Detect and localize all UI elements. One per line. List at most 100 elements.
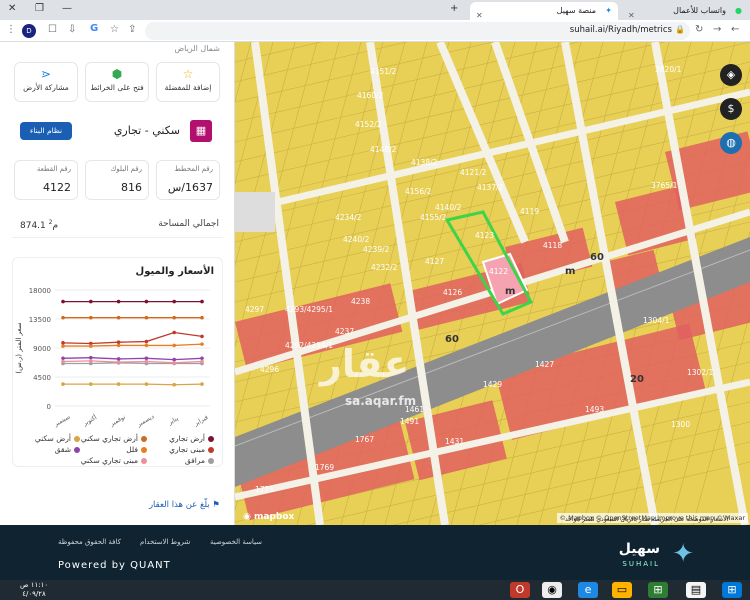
forward-icon[interactable]: → [713,24,721,35]
start-icon[interactable]: ⊞ [722,582,742,598]
data-point [116,340,121,344]
powered-by: Powered by QUANT [58,560,171,571]
parcel-label: 4148/2 [370,145,397,154]
y-axis-label: سعر المتر (ر.س) [15,322,23,373]
legend-item[interactable]: مرافق [185,456,214,465]
parcel-label: 4296 [260,365,279,374]
building-code-button[interactable]: نظام البناء [20,122,72,140]
google-icon[interactable]: G [90,23,98,34]
price-chart-card: الأسعار والميول 18000 13500 9000 4500 0 سعر ا… [12,257,223,467]
parcel-label: 4140/2 [435,203,462,212]
bookmark-star-icon[interactable]: ☆ [110,24,119,35]
data-point [172,343,176,348]
legend-item[interactable]: مبنى تجاري [169,445,214,454]
parcel-label: 4137/2 [477,183,504,192]
parcel-label: 1491 [400,417,419,426]
legend-swatch [208,458,214,464]
data-point [172,361,176,365]
open-maps-button[interactable]: ⬢ فتح على الخرائط [85,62,149,102]
price-line-chart: 18000 13500 9000 4500 0 سعر المتر (ر.س) سبتمبر… [15,287,210,429]
x-tick-label: سبتمبر [52,413,71,428]
legend-label: أرض تجاري سكني [80,434,138,443]
suhail-logo-icon: ✦ [672,539,694,569]
area-value: 874.1 م2 [20,219,59,231]
legend-item[interactable]: فلل [126,445,147,454]
legend-item[interactable]: أرض تجاري سكني [81,434,147,443]
opera-icon[interactable]: O [510,582,530,598]
legend-swatch [74,447,80,453]
block-number-card: رقم البلوك 816 [85,160,149,200]
taskbar-clock[interactable]: ١١:١٠ ص ٤/٠٩/٢٨ [20,581,48,599]
chart-legend: أرض تجاري أرض تجاري سكني أرض سكني مبنى تجار… [13,434,222,466]
edge-icon[interactable]: e [578,582,598,598]
data-point [172,382,176,387]
legend-item[interactable]: مبنى تجاري سكني [81,456,147,465]
explorer-icon[interactable]: ▭ [612,582,632,598]
street-label: m [565,266,575,277]
terms-link[interactable]: شروط الاستخدام [140,538,190,546]
y-tick-label: 18000 [29,287,51,295]
parcel-label: 4123 [475,231,494,240]
report-property-link[interactable]: ⚑ بلّغ عن هذا العقار [149,500,220,510]
parcel-label: 4156/2 [405,187,432,196]
url-field[interactable]: suhail.ai/Riyadh/metrics 🔒 [145,22,690,40]
parcel-label: 4155/2 [420,213,447,222]
data-point [200,382,204,386]
maximize-icon[interactable]: ❐ [35,3,44,14]
menu-dots-icon[interactable]: ⋮ [6,24,16,35]
x-tick-label: أكتوبر [81,413,99,428]
tab-suhail[interactable]: ✕ منصة سهيل ✦ [470,2,618,20]
map-canvas[interactable]: 4122 4123 4126 4127 4118 4119 4121/2 4137/2 4140… [235,42,750,525]
extension-icon[interactable]: ☐ [48,24,57,35]
tab-whatsapp[interactable]: ✕ واتساب للأعمال ● [622,2,748,20]
lock-icon[interactable]: 🔒 [675,25,685,34]
legend-item[interactable]: شقق [55,445,80,454]
back-icon[interactable]: ← [731,24,739,35]
satellite-icon[interactable]: ◍ [720,132,742,154]
site-footer: سياسة الخصوصية شروط الاستخدام كافة الحقو… [0,525,750,580]
avatar[interactable]: D [22,24,36,38]
data-point [144,382,149,386]
suhail-favicon-icon: ✦ [605,6,612,15]
data-point [116,360,121,364]
data-point [200,334,204,339]
parcel-label: 4293/4295/1 [285,305,333,314]
legend-label: مبنى تجاري [169,445,205,454]
data-point [61,299,65,304]
tab-title: واتساب للأعمال [673,6,726,15]
files-icon[interactable]: ▤ [686,582,706,598]
privacy-link[interactable]: سياسة الخصوصية [210,538,262,546]
legend-label: أرض تجاري [169,434,205,443]
legend-swatch [74,436,80,442]
parcel-label: 4151/2 [370,67,397,76]
mapbox-logo[interactable]: ◉ mapbox [243,512,294,522]
legend-label: مرافق [184,456,205,465]
x-tick-label: فبراير [192,414,209,428]
legend-item[interactable]: أرض سكني [35,434,80,443]
rights-text: كافة الحقوق محفوظة [58,538,121,546]
data-point [144,343,149,348]
data-point [200,299,204,304]
close-window-icon[interactable]: ✕ [8,3,16,14]
new-tab-icon[interactable]: + [450,3,458,14]
reload-icon[interactable]: ↻ [695,24,703,35]
minimize-icon[interactable]: — [62,3,72,14]
data-point [89,355,93,360]
app-icon[interactable]: ⊞ [648,582,668,598]
map-view[interactable]: 4122 4123 4126 4127 4118 4119 4121/2 4137/2 4140… [235,42,750,525]
legend-swatch [208,436,214,442]
layers-icon[interactable]: ◈ [720,64,742,86]
legend-label: شقق [54,445,71,454]
legend-item[interactable]: أرض تجاري [169,434,214,443]
share-land-button[interactable]: ⋖ مشاركة الأرض [14,62,78,102]
data-point [200,359,204,364]
legend-swatch [141,447,147,453]
x-tick-label: يناير [166,415,180,427]
price-icon[interactable]: $ [720,98,742,120]
download-icon[interactable]: ⇩ [68,24,76,35]
parcel-label: 3765/1 [651,181,678,190]
data-point [172,299,176,304]
share-icon[interactable]: ⇪ [128,24,136,35]
add-favorite-button[interactable]: ☆ إضافة للمفضلة [156,62,220,102]
chrome-icon[interactable]: ◉ [542,582,562,598]
